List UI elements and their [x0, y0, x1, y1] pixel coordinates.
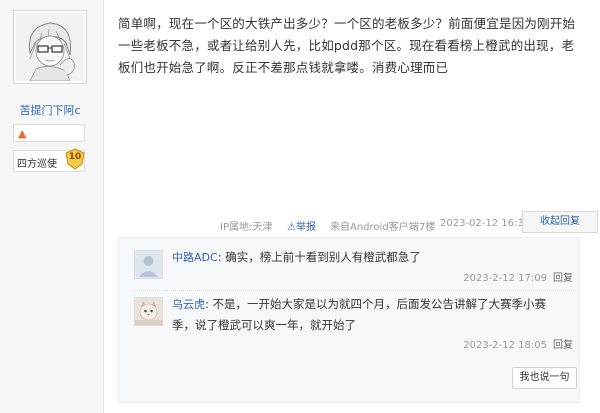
- sub-reply-footer: 2023-2-12 17:09 回复: [463, 269, 573, 284]
- user-title-box[interactable]: 四方巡使 10: [13, 148, 85, 172]
- cat-avatar-image: [135, 298, 162, 325]
- sub-reply-text: 不是，一开始大家是以为就四个月，后面发公告讲解了大赛季小赛季，说了橙武可以爽一年…: [172, 297, 547, 332]
- report-icon: ⚠: [287, 222, 296, 233]
- sub-reply-separator: :: [205, 297, 213, 311]
- sub-reply-footer: 2023-2-12 18:05 回复: [463, 336, 573, 351]
- post-meta-bar: IP属地:天津 ⚠举报 来自Android客户端 7楼 2023-02-12 1…: [118, 211, 598, 233]
- floor-number: 7楼: [419, 222, 436, 233]
- sub-reply-avatar[interactable]: [134, 297, 163, 326]
- collapse-reply-button[interactable]: 收起回复: [522, 211, 598, 233]
- post-content: 简单啊，现在一个区的大铁产出多少？一个区的老板多少？前面便宜是因为刚开始一些老板…: [118, 16, 576, 75]
- user-info-panel: 苦提门下阿c ▲ 四方巡使 10: [0, 0, 104, 413]
- sub-reply-body: 中路ADC: 确实，榜上前十看到别人有橙武都急了: [172, 247, 562, 268]
- username-link[interactable]: 苦提门下阿c: [0, 102, 100, 118]
- user-badge-box[interactable]: ▲: [13, 124, 85, 142]
- post-time: 2023-02-12 16:32: [440, 218, 531, 229]
- add-comment-button[interactable]: 我也说一句: [512, 367, 577, 389]
- level-number: 10: [68, 152, 82, 162]
- sub-reply-divider: [134, 290, 576, 291]
- sub-reply-time: 2023-2-12 18:05: [463, 340, 547, 351]
- sub-reply-panel: 中路ADC: 确实，榜上前十看到别人有橙武都急了 2023-2-12 17:09…: [118, 237, 580, 403]
- sub-reply-text: 确实，榜上前十看到别人有橙武都急了: [225, 250, 421, 264]
- user-avatar[interactable]: [13, 10, 87, 84]
- sub-reply-reply-button[interactable]: 回复: [553, 273, 573, 284]
- add-comment-label: 我也说一句: [519, 372, 570, 383]
- sub-reply-reply-button[interactable]: 回复: [553, 340, 573, 351]
- level-badge: 10: [65, 148, 85, 170]
- user-title: 四方巡使: [17, 159, 57, 170]
- ip-location: IP属地:天津: [220, 222, 273, 233]
- sub-reply-author[interactable]: 乌云虎: [172, 298, 205, 311]
- post-source: 来自Android客户端: [330, 222, 419, 233]
- sub-reply-avatar[interactable]: [134, 250, 163, 279]
- sub-reply-time: 2023-2-12 17:09: [463, 273, 547, 284]
- anime-avatar-image: [16, 13, 84, 81]
- sub-reply-author[interactable]: 中路ADC: [172, 251, 218, 264]
- sub-reply-body: 乌云虎: 不是，一开始大家是以为就四个月，后面发公告讲解了大赛季小赛季，说了橙武…: [172, 294, 562, 335]
- report-link[interactable]: ⚠举报: [287, 218, 316, 233]
- report-label: 举报: [295, 222, 316, 233]
- default-user-icon: [135, 251, 162, 278]
- collapse-reply-label: 收起回复: [540, 216, 580, 227]
- fire-flame-icon: ▲: [18, 127, 27, 140]
